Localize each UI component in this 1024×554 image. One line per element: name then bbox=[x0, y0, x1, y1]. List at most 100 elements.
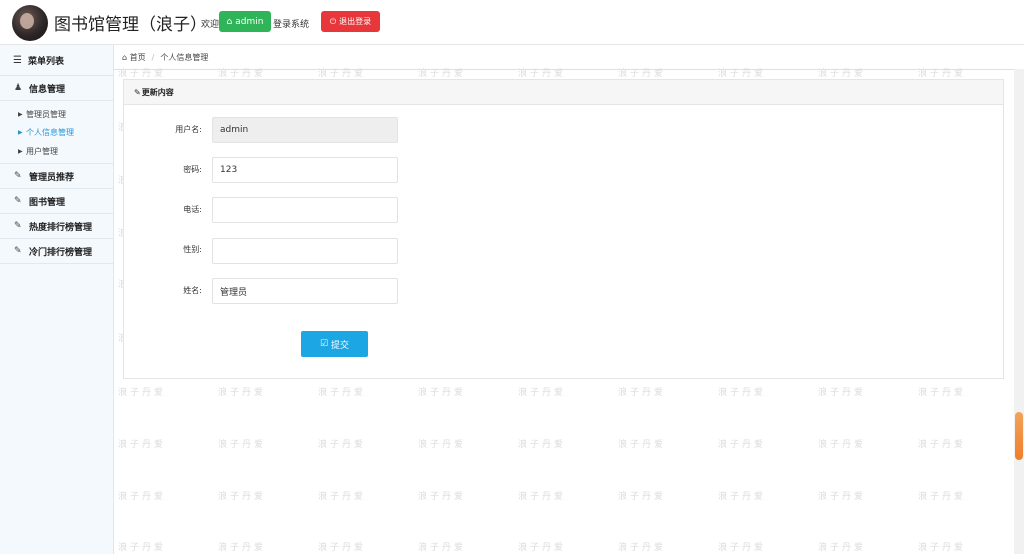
panel-title: 更新内容 bbox=[141, 87, 174, 97]
breadcrumb-home[interactable]: ⌂ 首页 bbox=[122, 52, 146, 63]
sidebar-item-label: 用户管理 bbox=[26, 146, 58, 156]
sidebar-item-label: 个人信息管理 bbox=[26, 127, 74, 137]
watermark-text: 浪子丹爱 bbox=[918, 69, 967, 79]
edit-icon: ✎ bbox=[14, 221, 22, 231]
watermark-text: 浪子丹爱 bbox=[218, 440, 267, 450]
login-system-text: 登录系统 bbox=[273, 20, 310, 30]
watermark-text: 浪子丹爱 bbox=[718, 543, 767, 553]
avatar bbox=[12, 5, 48, 41]
watermark-text: 浪子丹爱 bbox=[318, 440, 367, 450]
watermark-text: 浪子丹爱 bbox=[618, 440, 667, 450]
gender-field[interactable] bbox=[212, 238, 398, 264]
watermark-text: 浪子丹爱 bbox=[218, 492, 267, 502]
watermark-text: 浪子丹爱 bbox=[118, 388, 167, 398]
caret-right-icon: ▶ bbox=[18, 128, 23, 136]
menu-title-label: 菜单列表 bbox=[28, 56, 65, 67]
phone-label: 电话: bbox=[183, 205, 202, 214]
watermark-text: 浪子丹爱 bbox=[618, 543, 667, 553]
caret-right-icon: ▶ bbox=[18, 110, 23, 118]
admin-user-label: admin bbox=[235, 16, 264, 27]
watermark-text: 浪子丹爱 bbox=[618, 69, 667, 79]
sidebar-group-hot-ranking[interactable]: ✎ 热度排行榜管理 bbox=[0, 214, 113, 239]
breadcrumb-home-label: 首页 bbox=[129, 52, 146, 62]
breadcrumb-separator: / bbox=[151, 52, 155, 62]
list-icon: ☰ bbox=[13, 54, 22, 66]
sidebar-group-admin-recommend[interactable]: ✎ 管理员推荐 bbox=[0, 164, 113, 189]
watermark-text: 浪子丹爱 bbox=[418, 388, 467, 398]
watermark-text: 浪子丹爱 bbox=[918, 388, 967, 398]
menu-title: ☰ 菜单列表 bbox=[0, 45, 113, 76]
sidebar-group-label: 管理员推荐 bbox=[29, 172, 75, 183]
scrollbar-track[interactable] bbox=[1014, 69, 1024, 554]
sidebar-item-personal-info[interactable]: ▶ 个人信息管理 bbox=[18, 123, 74, 141]
sidebar: ☰ 菜单列表 ♟ 信息管理 ▶ 管理员管理 ▶ 个人信息管理 ▶ 用户管理 ✎ … bbox=[0, 45, 114, 554]
edit-icon: ✎ bbox=[14, 246, 22, 256]
watermark-text: 浪子丹爱 bbox=[318, 388, 367, 398]
watermark-text: 浪子丹爱 bbox=[418, 543, 467, 553]
password-field[interactable] bbox=[212, 157, 398, 183]
scrollbar-thumb[interactable] bbox=[1015, 412, 1023, 460]
gender-label: 性别: bbox=[183, 245, 202, 254]
sidebar-group-cold-ranking[interactable]: ✎ 冷门排行榜管理 bbox=[0, 239, 113, 264]
watermark-text: 浪子丹爱 bbox=[518, 543, 567, 553]
home-icon: ⌂ bbox=[226, 16, 233, 27]
watermark-text: 浪子丹爱 bbox=[418, 69, 467, 79]
watermark-text: 浪子丹爱 bbox=[518, 492, 567, 502]
breadcrumb-current: 个人信息管理 bbox=[160, 52, 209, 62]
watermark-text: 浪子丹爱 bbox=[718, 388, 767, 398]
admin-user-button[interactable]: ⌂ admin bbox=[219, 11, 271, 32]
sidebar-group-label: 信息管理 bbox=[29, 84, 66, 95]
sidebar-item-user-manage[interactable]: ▶ 用户管理 bbox=[18, 142, 58, 160]
submit-button[interactable]: ☑ 提交 bbox=[301, 331, 368, 357]
edit-icon: ✎ bbox=[14, 171, 22, 181]
name-label: 姓名: bbox=[183, 286, 202, 295]
sidebar-group-label: 热度排行榜管理 bbox=[29, 222, 93, 233]
watermark-text: 浪子丹爱 bbox=[718, 69, 767, 79]
welcome-text: 欢迎 bbox=[201, 20, 220, 30]
watermark-text: 浪子丹爱 bbox=[818, 388, 867, 398]
watermark-text: 浪子丹爱 bbox=[118, 492, 167, 502]
watermark-text: 浪子丹爱 bbox=[818, 543, 867, 553]
watermark-text: 浪子丹爱 bbox=[218, 543, 267, 553]
sidebar-group-info[interactable]: ♟ 信息管理 bbox=[0, 76, 113, 101]
watermark-text: 浪子丹爱 bbox=[318, 69, 367, 79]
user-icon: ♟ bbox=[14, 83, 23, 93]
watermark-text: 浪子丹爱 bbox=[918, 440, 967, 450]
watermark-text: 浪子丹爱 bbox=[718, 492, 767, 502]
watermark-text: 浪子丹爱 bbox=[518, 388, 567, 398]
watermark-text: 浪子丹爱 bbox=[318, 543, 367, 553]
username-field[interactable] bbox=[212, 117, 398, 143]
checkbox-icon: ☑ bbox=[319, 339, 329, 349]
watermark-text: 浪子丹爱 bbox=[218, 388, 267, 398]
password-label: 密码: bbox=[183, 165, 202, 174]
phone-field[interactable] bbox=[212, 197, 398, 223]
name-field[interactable] bbox=[212, 278, 398, 304]
caret-right-icon: ▶ bbox=[18, 147, 23, 155]
watermark-text: 浪子丹爱 bbox=[318, 492, 367, 502]
watermark-text: 浪子丹爱 bbox=[918, 543, 967, 553]
watermark-text: 浪子丹爱 bbox=[818, 492, 867, 502]
watermark-text: 浪子丹爱 bbox=[518, 440, 567, 450]
logout-label: 退出登录 bbox=[339, 17, 372, 26]
sidebar-item-admin-manage[interactable]: ▶ 管理员管理 bbox=[18, 105, 66, 123]
watermark-text: 浪子丹爱 bbox=[118, 440, 167, 450]
submit-label: 提交 bbox=[331, 340, 350, 351]
watermark-text: 浪子丹爱 bbox=[418, 440, 467, 450]
panel-header: ✎ 更新内容 bbox=[124, 80, 1003, 105]
sidebar-item-label: 管理员管理 bbox=[26, 109, 66, 119]
sidebar-group-book-manage[interactable]: ✎ 图书管理 bbox=[0, 189, 113, 214]
watermark-text: 浪子丹爱 bbox=[618, 492, 667, 502]
watermark-text: 浪子丹爱 bbox=[118, 543, 167, 553]
sidebar-group-label: 图书管理 bbox=[29, 197, 66, 208]
power-icon: ⏻ bbox=[329, 16, 337, 26]
logout-button[interactable]: ⏻ 退出登录 bbox=[321, 11, 380, 32]
watermark-text: 浪子丹爱 bbox=[218, 69, 267, 79]
watermark-text: 浪子丹爱 bbox=[818, 69, 867, 79]
edit-icon: ✎ bbox=[14, 196, 22, 206]
watermark-text: 浪子丹爱 bbox=[418, 492, 467, 502]
app-title: 图书馆管理（浪子） bbox=[54, 15, 207, 35]
watermark-text: 浪子丹爱 bbox=[818, 440, 867, 450]
header: 图书馆管理（浪子） 欢迎 ⌂ admin 登录系统 ⏻ 退出登录 bbox=[0, 0, 1024, 45]
watermark-text: 浪子丹爱 bbox=[718, 440, 767, 450]
username-label: 用户名: bbox=[175, 125, 202, 134]
